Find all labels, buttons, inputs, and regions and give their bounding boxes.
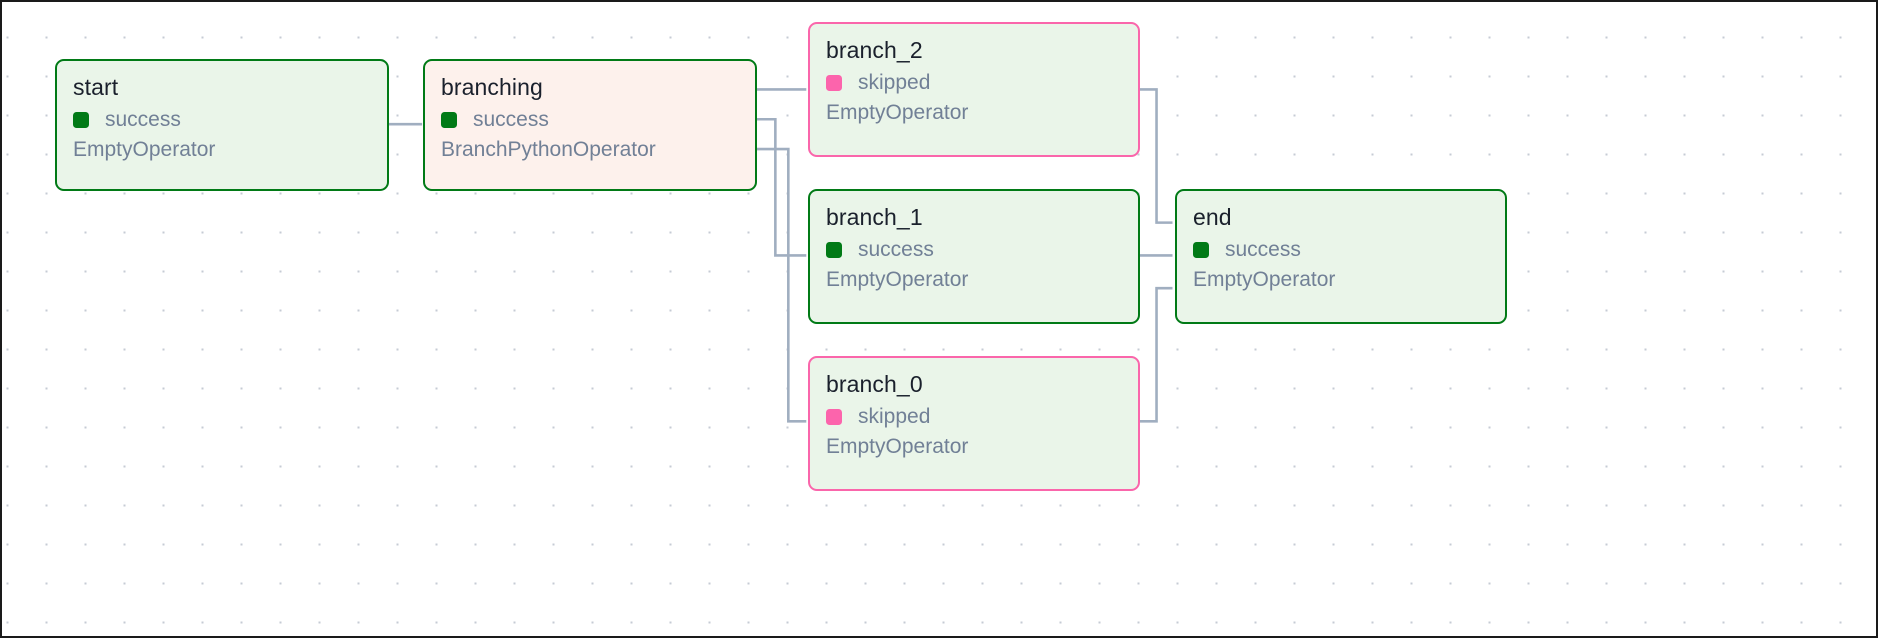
dag-node-status-badge: success [826, 236, 1122, 264]
status-swatch-icon [441, 112, 457, 128]
dag-node-title: branch_1 [826, 203, 1122, 232]
dag-node-start[interactable]: start successEmptyOperator [55, 59, 389, 191]
dag-node-title: end [1193, 203, 1489, 232]
dag-node-state-label: success [473, 106, 549, 134]
status-swatch-icon [826, 409, 842, 425]
dag-node-end[interactable]: end successEmptyOperator [1175, 189, 1507, 324]
dag-node-status-badge: skipped [826, 403, 1122, 431]
dag-node-branching[interactable]: branching successBranchPythonOperator [423, 59, 757, 191]
dag-node-branch_1[interactable]: branch_1successEmptyOperator [808, 189, 1140, 324]
status-swatch-icon [826, 242, 842, 258]
dag-node-status-badge: success [441, 106, 739, 134]
status-swatch-icon [73, 112, 89, 128]
dag-node-status-badge: success [73, 106, 371, 134]
dag-node-title: branch_2 [826, 36, 1122, 65]
dag-node-operator-label: EmptyOperator [826, 99, 1122, 127]
dag-node-operator-label: EmptyOperator [73, 136, 371, 164]
dag-node-branch_2[interactable]: branch_2skippedEmptyOperator [808, 22, 1140, 157]
dag-node-title: start [73, 73, 371, 102]
status-swatch-icon [1193, 242, 1209, 258]
status-swatch-icon [826, 75, 842, 91]
dag-node-branch_0[interactable]: branch_0skippedEmptyOperator [808, 356, 1140, 491]
dag-edge [755, 149, 806, 421]
dag-node-operator-label: BranchPythonOperator [441, 136, 739, 164]
dag-node-operator-label: EmptyOperator [826, 266, 1122, 294]
dag-node-state-label: success [858, 236, 934, 264]
dag-node-state-label: success [105, 106, 181, 134]
dag-node-state-label: success [1225, 236, 1301, 264]
dag-node-status-badge: skipped [826, 69, 1122, 97]
dag-node-operator-label: EmptyOperator [1193, 266, 1489, 294]
dag-node-title: branch_0 [826, 370, 1122, 399]
dag-graph-canvas[interactable]: startsuccessEmptyOperatorbranchingsucces… [0, 0, 1878, 638]
dag-node-state-label: skipped [858, 403, 930, 431]
dag-node-state-label: skipped [858, 69, 930, 97]
dag-node-title: branching [441, 73, 739, 102]
dag-node-operator-label: EmptyOperator [826, 433, 1122, 461]
dag-node-status-badge: success [1193, 236, 1489, 264]
dag-edge [1138, 288, 1173, 421]
dag-edge [755, 119, 806, 255]
dag-edge [1138, 89, 1173, 222]
